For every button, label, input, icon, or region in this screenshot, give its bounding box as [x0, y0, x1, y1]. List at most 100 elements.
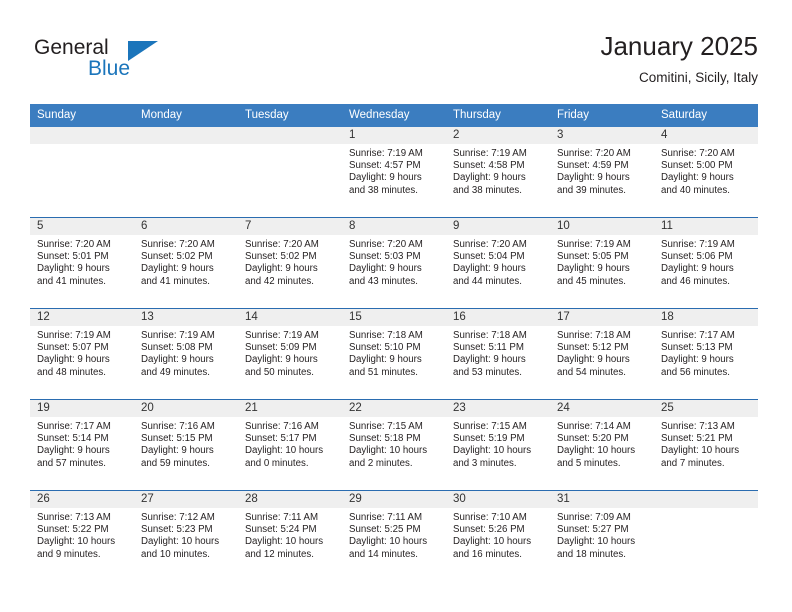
day-info-sunrise: Sunrise: 7:13 AM — [37, 512, 111, 523]
day-info-daylight-1: Daylight: 10 hours — [141, 536, 220, 548]
day-info-sunset: Sunset: 5:07 PM — [37, 342, 109, 354]
day-info-daylight-1: Daylight: 10 hours — [661, 445, 740, 457]
day-info-sunrise: Sunrise: 7:20 AM — [453, 239, 527, 250]
calendar-day-cell[interactable]: 28 Sunrise: 7:11 AM Sunset: 5:24 PM Dayligh… — [238, 490, 342, 581]
day-number: 10 — [550, 218, 654, 235]
day-info-daylight-1: Daylight: 10 hours — [349, 536, 428, 548]
day-info-daylight-2: and 41 minutes. — [141, 275, 210, 287]
calendar-day-cell[interactable]: 21 Sunrise: 7:16 AM Sunset: 5:17 PM Dayligh… — [238, 399, 342, 491]
calendar-day-cell[interactable]: 16 Sunrise: 7:18 AM Sunset: 5:11 PM Dayligh… — [446, 308, 550, 400]
calendar-day-cell[interactable]: 26 Sunrise: 7:13 AM Sunset: 5:22 PM Dayligh… — [30, 490, 134, 581]
day-sun-info: Sunrise: 7:19 AM Sunset: 4:57 PM Daylight:… — [342, 144, 446, 197]
day-info-sunset: Sunset: 5:08 PM — [141, 342, 213, 354]
calendar-day-cell[interactable]: 18 Sunrise: 7:17 AM Sunset: 5:13 PM Dayligh… — [654, 308, 758, 400]
calendar-day-cell[interactable]: 25 Sunrise: 7:13 AM Sunset: 5:21 PM Dayligh… — [654, 399, 758, 491]
day-info-sunset: Sunset: 5:01 PM — [37, 251, 109, 263]
day-info-sunset: Sunset: 5:24 PM — [245, 524, 317, 536]
day-info-daylight-2: and 41 minutes. — [37, 275, 106, 287]
calendar-day-cell[interactable]: 12 Sunrise: 7:19 AM Sunset: 5:07 PM Dayligh… — [30, 308, 134, 400]
calendar-week-row: 12 Sunrise: 7:19 AM Sunset: 5:07 PM Dayligh… — [30, 308, 758, 400]
calendar-day-cell[interactable]: 8 Sunrise: 7:20 AM Sunset: 5:03 PM Daylight… — [342, 217, 446, 309]
day-info-sunrise: Sunrise: 7:19 AM — [453, 148, 527, 159]
calendar-day-cell[interactable]: 13 Sunrise: 7:19 AM Sunset: 5:08 PM Dayligh… — [134, 308, 238, 400]
calendar-day-cell[interactable]: 4 Sunrise: 7:20 AM Sunset: 5:00 PM Daylight… — [654, 127, 758, 218]
day-sun-info: Sunrise: 7:14 AM Sunset: 5:20 PM Daylight:… — [550, 417, 654, 470]
calendar-day-cell[interactable]: 23 Sunrise: 7:15 AM Sunset: 5:19 PM Dayligh… — [446, 399, 550, 491]
day-info-sunrise: Sunrise: 7:11 AM — [245, 512, 319, 523]
location-subtitle: Comitini, Sicily, Italy — [638, 70, 758, 85]
logo-text-blue: Blue — [88, 57, 131, 80]
calendar-day-cell[interactable]: 22 Sunrise: 7:15 AM Sunset: 5:18 PM Dayligh… — [342, 399, 446, 491]
calendar-day-cell[interactable]: 14 Sunrise: 7:19 AM Sunset: 5:09 PM Dayligh… — [238, 308, 342, 400]
day-sun-info: Sunrise: 7:19 AM Sunset: 4:58 PM Daylight:… — [446, 144, 550, 197]
day-info-daylight-2: and 40 minutes. — [661, 184, 730, 196]
calendar-day-cell[interactable]: 20 Sunrise: 7:16 AM Sunset: 5:15 PM Dayligh… — [134, 399, 238, 491]
calendar-day-cell[interactable]: 2 Sunrise: 7:19 AM Sunset: 4:58 PM Daylight… — [446, 127, 550, 218]
calendar-day-cell[interactable]: 11 Sunrise: 7:19 AM Sunset: 5:06 PM Dayligh… — [654, 217, 758, 309]
calendar-day-cell[interactable]: 7 Sunrise: 7:20 AM Sunset: 5:02 PM Daylight… — [238, 217, 342, 309]
day-info-daylight-1: Daylight: 9 hours — [37, 354, 110, 366]
calendar-day-cell[interactable]: 10 Sunrise: 7:19 AM Sunset: 5:05 PM Dayligh… — [550, 217, 654, 309]
day-number: 11 — [654, 218, 758, 235]
calendar-week-row: 19 Sunrise: 7:17 AM Sunset: 5:14 PM Dayligh… — [30, 399, 758, 491]
day-number: 5 — [30, 218, 134, 235]
day-number: 30 — [446, 491, 550, 508]
day-info-sunrise: Sunrise: 7:20 AM — [557, 148, 631, 159]
calendar-day-cell[interactable]: 9 Sunrise: 7:20 AM Sunset: 5:04 PM Daylight… — [446, 217, 550, 309]
day-sun-info: Sunrise: 7:19 AM Sunset: 5:07 PM Daylight:… — [30, 326, 134, 379]
day-sun-info: Sunrise: 7:15 AM Sunset: 5:18 PM Daylight:… — [342, 417, 446, 470]
calendar-day-cell[interactable]: 29 Sunrise: 7:11 AM Sunset: 5:25 PM Dayligh… — [342, 490, 446, 581]
calendar-day-cell[interactable]: 27 Sunrise: 7:12 AM Sunset: 5:23 PM Dayligh… — [134, 490, 238, 581]
day-info-sunset: Sunset: 5:15 PM — [141, 433, 213, 445]
day-number: 20 — [134, 400, 238, 417]
weekday-header-saturday: Saturday — [654, 104, 758, 127]
day-info-sunrise: Sunrise: 7:19 AM — [557, 239, 631, 250]
calendar-day-cell[interactable]: 30 Sunrise: 7:10 AM Sunset: 5:26 PM Dayligh… — [446, 490, 550, 581]
day-number: 7 — [238, 218, 342, 235]
day-info-daylight-1: Daylight: 9 hours — [557, 263, 630, 275]
calendar-day-cell[interactable]: 17 Sunrise: 7:18 AM Sunset: 5:12 PM Dayligh… — [550, 308, 654, 400]
calendar-day-cell[interactable]: 24 Sunrise: 7:14 AM Sunset: 5:20 PM Dayligh… — [550, 399, 654, 491]
calendar-body: 1 Sunrise: 7:19 AM Sunset: 4:57 PM Daylight… — [30, 127, 758, 581]
weekday-header-wednesday: Wednesday — [342, 104, 446, 127]
day-info-daylight-1: Daylight: 10 hours — [37, 536, 116, 548]
calendar-header-row: Sunday Monday Tuesday Wednesday Thursday… — [30, 104, 758, 127]
day-info-sunrise: Sunrise: 7:13 AM — [661, 421, 735, 432]
day-number: 2 — [446, 127, 550, 144]
day-sun-info: Sunrise: 7:20 AM Sunset: 5:02 PM Daylight:… — [238, 235, 342, 288]
day-sun-info: Sunrise: 7:09 AM Sunset: 5:27 PM Daylight:… — [550, 508, 654, 561]
day-info-sunrise: Sunrise: 7:19 AM — [661, 239, 735, 250]
day-number: 18 — [654, 309, 758, 326]
day-number: 6 — [134, 218, 238, 235]
calendar-day-cell[interactable]: 3 Sunrise: 7:20 AM Sunset: 4:59 PM Daylight… — [550, 127, 654, 218]
day-info-daylight-1: Daylight: 10 hours — [557, 445, 636, 457]
day-number: 22 — [342, 400, 446, 417]
day-sun-info: Sunrise: 7:20 AM Sunset: 5:03 PM Daylight:… — [342, 235, 446, 288]
calendar-day-cell[interactable]: 31 Sunrise: 7:09 AM Sunset: 5:27 PM Dayligh… — [550, 490, 654, 581]
day-number: 15 — [342, 309, 446, 326]
day-number: 21 — [238, 400, 342, 417]
day-sun-info: Sunrise: 7:20 AM Sunset: 5:00 PM Daylight:… — [654, 144, 758, 197]
day-number: 31 — [550, 491, 654, 508]
calendar-day-cell[interactable]: 5 Sunrise: 7:20 AM Sunset: 5:01 PM Daylight… — [30, 217, 134, 309]
calendar-day-cell[interactable]: 15 Sunrise: 7:18 AM Sunset: 5:10 PM Dayligh… — [342, 308, 446, 400]
day-info-sunrise: Sunrise: 7:20 AM — [245, 239, 319, 250]
calendar-week-row: 5 Sunrise: 7:20 AM Sunset: 5:01 PM Daylight… — [30, 217, 758, 309]
day-info-sunset: Sunset: 5:27 PM — [557, 524, 629, 536]
day-info-daylight-2: and 42 minutes. — [245, 275, 314, 287]
calendar-day-cell[interactable]: 19 Sunrise: 7:17 AM Sunset: 5:14 PM Dayligh… — [30, 399, 134, 491]
calendar-day-cell[interactable]: 1 Sunrise: 7:19 AM Sunset: 4:57 PM Daylight… — [342, 127, 446, 218]
day-info-sunrise: Sunrise: 7:18 AM — [557, 330, 631, 341]
day-info-daylight-1: Daylight: 10 hours — [453, 536, 532, 548]
day-info-daylight-2: and 3 minutes. — [453, 457, 517, 469]
day-info-daylight-2: and 10 minutes. — [141, 548, 210, 560]
day-info-daylight-1: Daylight: 9 hours — [37, 263, 110, 275]
calendar-day-cell[interactable]: 6 Sunrise: 7:20 AM Sunset: 5:02 PM Daylight… — [134, 217, 238, 309]
day-info-daylight-2: and 0 minutes. — [245, 457, 309, 469]
day-info-daylight-2: and 44 minutes. — [453, 275, 522, 287]
day-info-sunset: Sunset: 5:11 PM — [453, 342, 524, 354]
general-blue-logo[interactable]: General Blue — [34, 36, 214, 88]
day-info-sunrise: Sunrise: 7:15 AM — [453, 421, 527, 432]
day-info-daylight-2: and 46 minutes. — [661, 275, 730, 287]
weekday-header-friday: Friday — [550, 104, 654, 127]
